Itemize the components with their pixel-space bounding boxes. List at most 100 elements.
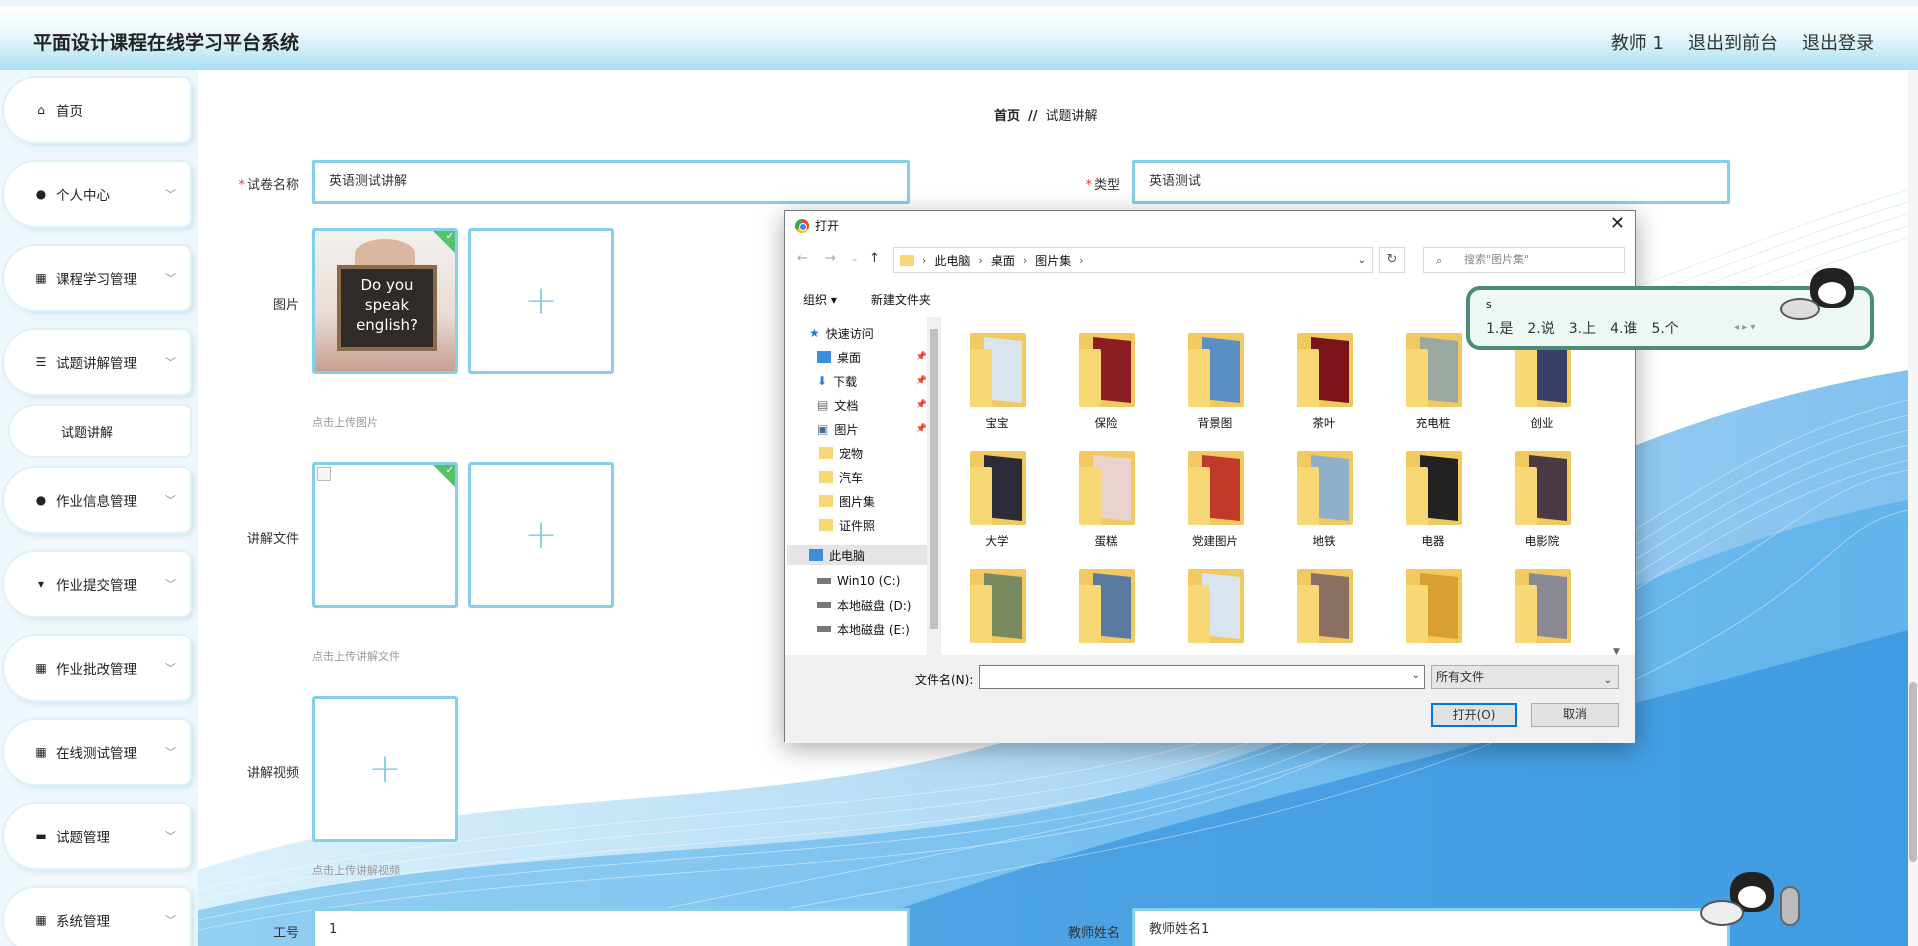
folder-item[interactable]: 大学: [957, 449, 1037, 559]
desktop-icon: [817, 351, 831, 363]
tree-item-desktop[interactable]: 桌面 📌: [817, 347, 927, 367]
refresh-icon[interactable]: ↻: [1379, 247, 1405, 273]
sidebar-item-personal-center[interactable]: ● 个人中心 ﹀: [4, 162, 190, 226]
current-user-link[interactable]: 教师 1: [1611, 29, 1664, 55]
close-icon[interactable]: ✕: [1610, 213, 1625, 234]
folder-item[interactable]: 电器: [1393, 449, 1473, 559]
folder-item[interactable]: [1175, 567, 1255, 651]
logout-link[interactable]: 退出登录: [1802, 29, 1874, 55]
video-upload-button[interactable]: +: [312, 696, 458, 842]
folder-item[interactable]: [1284, 567, 1364, 651]
sidebar-item-course-learning[interactable]: ▦ 课程学习管理 ﹀: [4, 246, 190, 310]
folder-name: 创业: [1530, 416, 1554, 430]
chrome-icon: [795, 218, 809, 233]
sidebar-item-home[interactable]: ⌂ 首页: [4, 78, 190, 142]
folder-item[interactable]: 地铁: [1284, 449, 1364, 559]
upload-success-badge: ✓: [433, 465, 455, 487]
folder-icon: [1075, 449, 1137, 527]
filename-input[interactable]: ⌄: [979, 665, 1425, 689]
paper-name-input[interactable]: 英语测试讲解: [312, 160, 910, 204]
tree-item-downloads[interactable]: ⬇ 下载 📌: [817, 371, 927, 391]
mascot-toggle[interactable]: [1780, 886, 1800, 926]
sidebar-item-online-test[interactable]: ▦ 在线测试管理 ﹀: [4, 720, 190, 784]
file-label: 讲解文件: [246, 532, 299, 547]
folder-item[interactable]: 党建图片: [1175, 449, 1255, 559]
ime-page-arrows[interactable]: ◂ ▸ ▾: [1734, 322, 1755, 333]
sidebar-item-homework-submit[interactable]: ▾ 作业提交管理 ﹀: [4, 552, 190, 616]
scrollbar-thumb[interactable]: [930, 329, 938, 629]
file-upload-button[interactable]: +: [468, 462, 614, 608]
ime-candidate[interactable]: 2.说: [1527, 318, 1554, 338]
filetype-select[interactable]: 所有文件 ⌄: [1431, 665, 1619, 689]
sidebar-item-homework-grading[interactable]: ▦ 作业批改管理 ﹀: [4, 636, 190, 700]
folder-name: 宝宝: [985, 416, 1009, 430]
back-arrow-icon[interactable]: ←: [797, 251, 808, 266]
sidebar-item-label: 首页: [56, 104, 83, 120]
ime-candidate[interactable]: 5.个: [1651, 318, 1678, 338]
folder-item[interactable]: 茶叶: [1284, 331, 1364, 441]
sidebar-item-homework-info[interactable]: ● 作业信息管理 ﹀: [4, 468, 190, 532]
folder-item[interactable]: 宝宝: [957, 331, 1037, 441]
new-folder-button[interactable]: 新建文件夹: [871, 291, 931, 308]
breadcrumb: 首页 // 试题讲解: [994, 105, 1098, 124]
breadcrumb-home[interactable]: 首页: [994, 109, 1020, 124]
folder-item[interactable]: 充电桩: [1393, 331, 1473, 441]
tree-item-label: 此电脑: [829, 548, 866, 563]
folder-item[interactable]: 背景图: [1175, 331, 1255, 441]
address-row: ← → ⌄ ↑ › 此电脑 › 桌面 › 图片集 › ⌄ ↻ ⌕ 搜索"图片集": [785, 245, 1635, 275]
search-input[interactable]: ⌕ 搜索"图片集": [1423, 247, 1625, 273]
ime-candidate[interactable]: 1.是: [1486, 318, 1513, 338]
chevron-down-icon: ﹀: [165, 662, 176, 675]
app-title: 平面设计课程在线学习平台系统: [33, 32, 300, 54]
open-button[interactable]: 打开(O): [1431, 703, 1517, 727]
sidebar-item-system-manage[interactable]: ▦ 系统管理 ﹀: [4, 888, 190, 946]
folder-icon: [1184, 567, 1246, 645]
uploaded-file-thumbnail[interactable]: ✓: [312, 462, 458, 608]
pin-icon: 📌: [915, 424, 927, 434]
tree-item-this-pc[interactable]: 此电脑: [787, 545, 927, 565]
cancel-button[interactable]: 取消: [1531, 703, 1619, 727]
folder-item[interactable]: [1393, 567, 1473, 651]
address-bar[interactable]: › 此电脑 › 桌面 › 图片集 › ⌄: [893, 247, 1373, 273]
page-scrollbar[interactable]: [1908, 70, 1918, 946]
sidebar-item-question-explain[interactable]: ☰ 试题讲解管理 ﹀: [4, 330, 190, 394]
tree-item-pictures[interactable]: ▣ 图片 📌: [817, 419, 927, 439]
teacher-name-input[interactable]: 教师姓名1: [1132, 908, 1730, 946]
grid-scrollbar[interactable]: ▲ ▼: [1613, 317, 1625, 657]
recent-chevron-icon[interactable]: ⌄: [851, 254, 859, 264]
forward-arrow-icon[interactable]: →: [825, 251, 836, 266]
tree-item-documents[interactable]: ▤ 文档 📌: [817, 395, 927, 415]
exit-to-front-link[interactable]: 退出到前台: [1688, 29, 1778, 55]
chevron-down-icon[interactable]: ⌄: [1412, 670, 1420, 681]
chevron-down-icon[interactable]: ⌄: [1358, 255, 1366, 266]
sidebar-subitem-question-explain[interactable]: 试题讲解: [10, 406, 190, 456]
ime-candidate[interactable]: 3.上: [1569, 318, 1596, 338]
chevron-down-icon: ﹀: [165, 914, 176, 927]
upload-success-badge: ✓: [433, 231, 455, 253]
folder-item[interactable]: [1502, 567, 1582, 651]
folder-item[interactable]: [1066, 567, 1146, 651]
type-input[interactable]: 英语测试: [1132, 160, 1730, 204]
sidebar-item-question-manage[interactable]: ▬ 试题管理 ﹀: [4, 804, 190, 868]
drive-icon: [817, 602, 831, 608]
folder-item[interactable]: 保险: [1066, 331, 1146, 441]
job-number-input[interactable]: 1: [312, 908, 910, 946]
folder-item[interactable]: [957, 567, 1037, 651]
folder-name: 地铁: [1312, 534, 1336, 548]
ime-candidate[interactable]: 4.谁: [1610, 318, 1637, 338]
tree-scrollbar[interactable]: [927, 317, 941, 657]
scrollbar-thumb[interactable]: [1909, 682, 1917, 862]
folder-item[interactable]: 电影院: [1502, 449, 1582, 559]
folder-icon: [819, 519, 833, 531]
path-crumb[interactable]: 桌面: [991, 252, 1015, 269]
organize-button[interactable]: 组织 ▾: [803, 291, 837, 308]
up-arrow-icon[interactable]: ↑: [869, 251, 880, 266]
path-crumb[interactable]: 图片集: [1035, 252, 1071, 269]
folder-grid: 宝宝 保险 背景图 茶叶 充电桩 创业大学 蛋糕 党建图片 地铁 电器 电影院: [957, 331, 1617, 651]
folder-item[interactable]: 蛋糕: [1066, 449, 1146, 559]
chalkboard-sign: Do you speak english?: [337, 265, 437, 351]
video-label: 讲解视频: [246, 766, 299, 781]
uploaded-image-thumbnail[interactable]: Do you speak english? ✓: [312, 228, 458, 374]
image-upload-button[interactable]: +: [468, 228, 614, 374]
path-crumb[interactable]: 此电脑: [934, 252, 970, 269]
